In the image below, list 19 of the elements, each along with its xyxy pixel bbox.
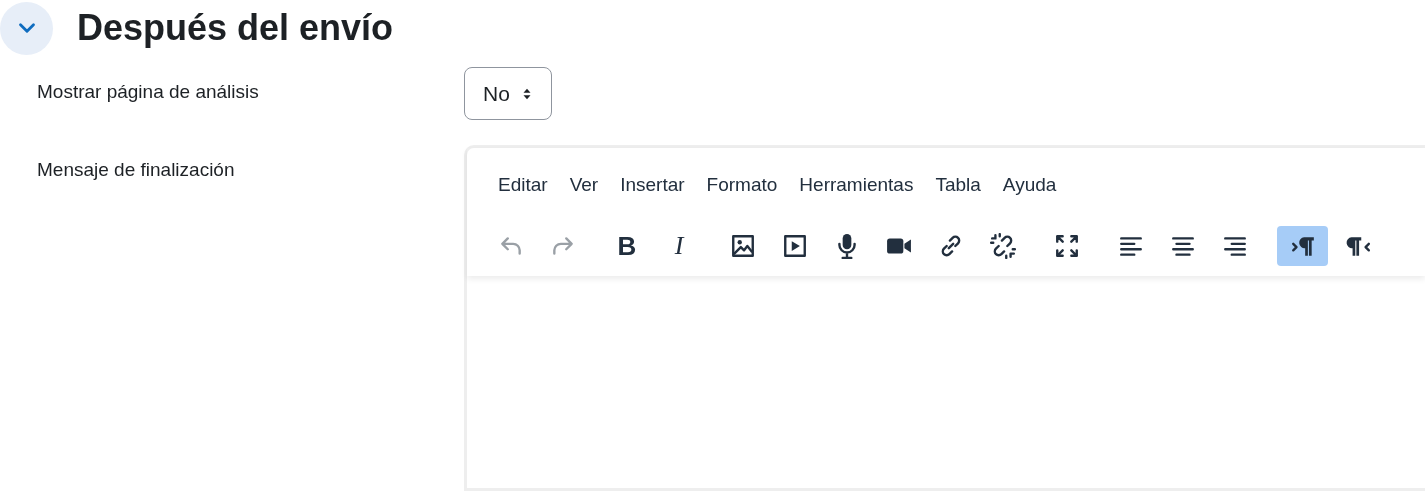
menu-item[interactable]: Insertar (611, 170, 694, 200)
toolbar-button[interactable]: B (605, 226, 649, 266)
expand-icon (1054, 233, 1080, 259)
play-icon (782, 233, 808, 259)
broken-link-icon (990, 233, 1016, 259)
menu-item[interactable]: Ayuda (993, 170, 1066, 200)
collapse-button[interactable] (0, 1, 53, 55)
field-label: Mensaje de finalización (36, 158, 236, 181)
select-field[interactable]: No (464, 67, 552, 120)
menu-item[interactable]: Herramientas (790, 170, 923, 200)
field-label: Mostrar página de análisis (36, 80, 260, 103)
menu-item[interactable]: Formato (697, 170, 787, 200)
toolbar-button[interactable] (1277, 226, 1328, 266)
menu-item[interactable]: Tabla (926, 170, 990, 200)
menu-item[interactable]: Ver (560, 170, 608, 200)
image-icon (730, 233, 756, 259)
toolbar-button[interactable]: I (657, 226, 701, 266)
section-title: Después del envío (77, 7, 394, 49)
menu-item[interactable]: Editar (489, 170, 557, 200)
